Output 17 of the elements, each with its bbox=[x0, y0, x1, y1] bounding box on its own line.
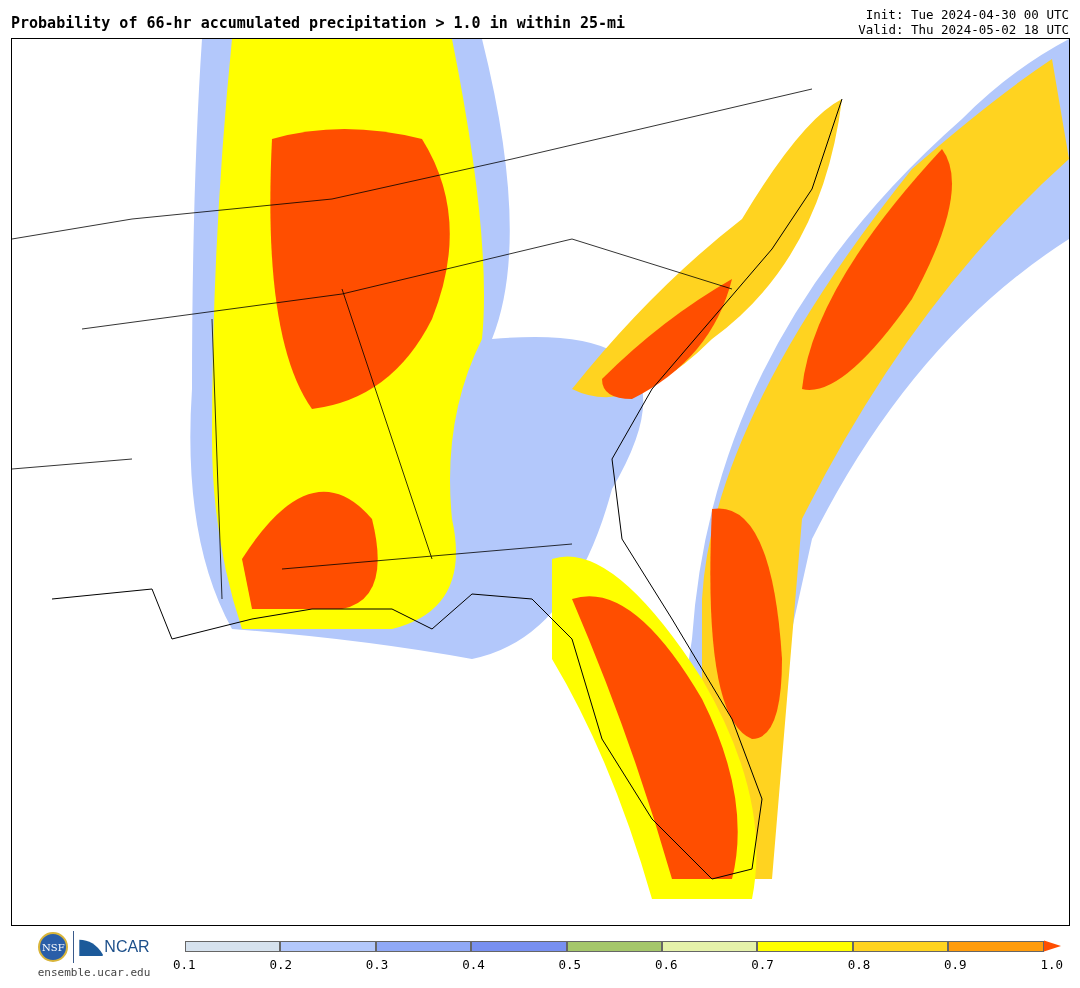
valid-time: Valid: Thu 2024-05-02 18 UTC bbox=[858, 22, 1069, 37]
tick-label: 0.5 bbox=[558, 957, 582, 972]
tick-label: 0.7 bbox=[751, 957, 774, 972]
tick-label: 0.2 bbox=[269, 957, 292, 972]
tick-label: 0.9 bbox=[944, 957, 967, 972]
nsf-emblem: NSF bbox=[38, 932, 69, 962]
tick-label: 0.1 bbox=[173, 957, 196, 972]
tick-label: 0.4 bbox=[462, 957, 485, 972]
tick-label: 0.6 bbox=[654, 957, 678, 972]
tick-label: 0.8 bbox=[847, 957, 871, 972]
tick-label: 0.3 bbox=[365, 957, 389, 972]
chart-title: Probability of 66-hr accumulated precipitation > 1.0 in within 25-mi bbox=[11, 14, 626, 34]
tick-label: 1.0 bbox=[1040, 957, 1063, 972]
website-url: ensemble.ucar.edu bbox=[37, 966, 151, 979]
init-time: Init: Tue 2024-04-30 00 UTC bbox=[865, 7, 1069, 22]
logo-text: NCAR bbox=[104, 938, 150, 956]
ncar-logo-icon bbox=[79, 938, 104, 956]
